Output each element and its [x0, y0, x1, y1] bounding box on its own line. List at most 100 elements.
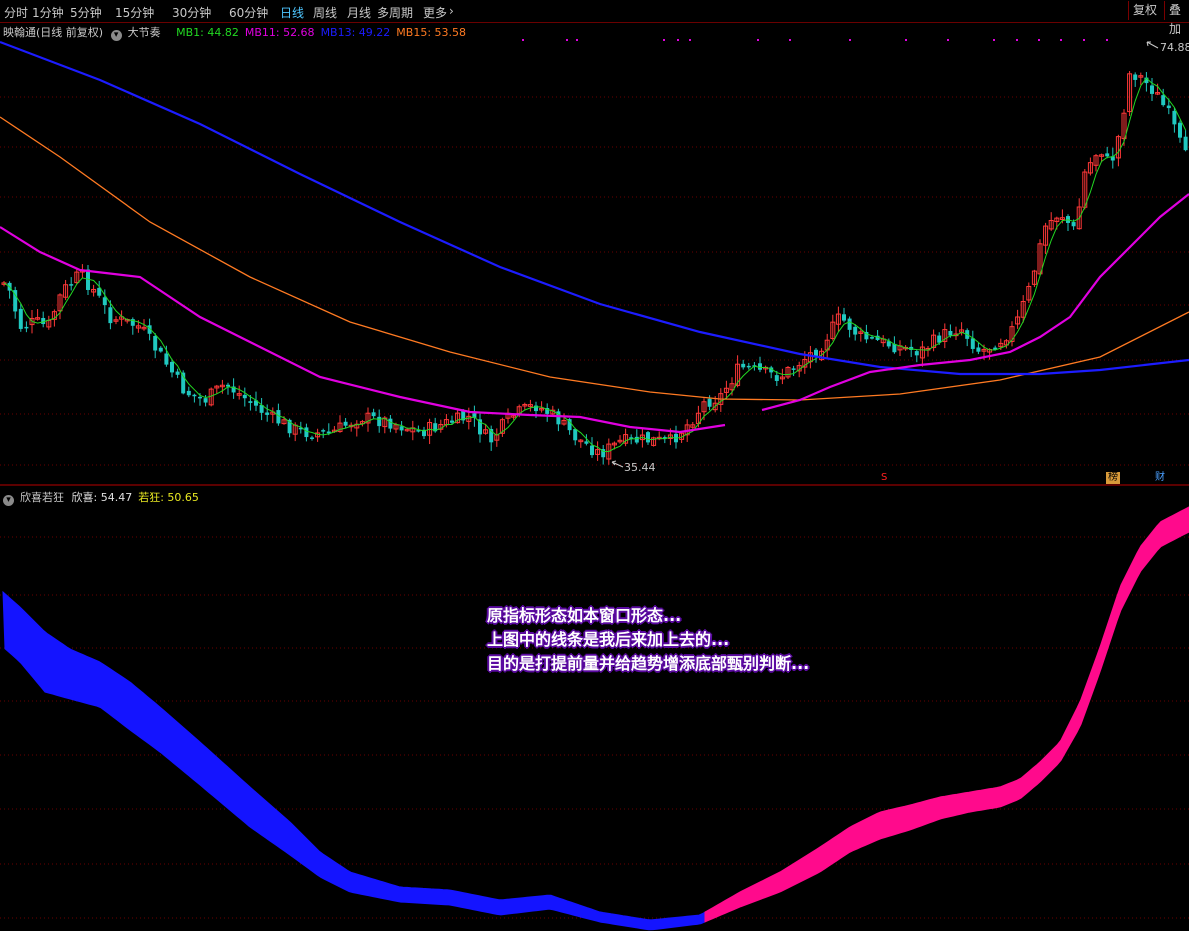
period-tab-4[interactable]: 30分钟 — [172, 4, 211, 21]
rising-ribbon — [704, 506, 1189, 923]
candle-body — [265, 412, 270, 415]
signal-dot — [849, 39, 851, 41]
candle-body — [1166, 105, 1171, 109]
candle-body — [870, 337, 874, 339]
candle-body — [170, 361, 174, 373]
signal-dot — [1060, 39, 1062, 41]
candle-body — [707, 398, 712, 407]
candle-body — [948, 330, 953, 336]
candle-body — [399, 426, 404, 431]
candle-body — [741, 363, 746, 368]
candle-body — [377, 416, 382, 427]
mb11-line — [761, 193, 1189, 412]
candle-body — [371, 412, 376, 417]
candle-body — [914, 351, 919, 356]
arrow-icon — [611, 460, 624, 468]
candle-body — [590, 445, 594, 456]
adjust-button[interactable]: 复权 — [1128, 1, 1161, 20]
annotation-text: 原指标形态如本窗口形态... 上图中的线条是我后来加上去的... 目的是打提前量… — [487, 604, 809, 676]
candle-body — [791, 368, 796, 370]
annotation-line: 目的是打提前量并给趋势增添底部甄别判断... — [487, 654, 810, 673]
signal-dot — [677, 39, 679, 41]
price-chart[interactable]: 74.88 35.44 — [0, 22, 1189, 487]
candle-body — [1178, 122, 1182, 138]
candle-body — [248, 401, 253, 403]
low-price-label: 35.44 — [624, 461, 656, 474]
annotation-line: 原指标形态如本窗口形态... — [487, 606, 682, 625]
event-tag-2[interactable]: 财 — [1153, 472, 1167, 484]
candle-body — [388, 418, 393, 429]
candle-body — [108, 307, 113, 324]
signal-dot — [905, 39, 907, 41]
candle-body — [203, 398, 208, 403]
period-tab-5[interactable]: 60分钟 — [229, 4, 268, 21]
candle-body — [584, 441, 589, 444]
period-tab-7[interactable]: 周线 — [313, 4, 337, 21]
period-tab-8[interactable]: 月线 — [347, 4, 371, 21]
mb11-line — [0, 226, 726, 434]
signal-dot — [522, 39, 524, 41]
candle-body — [226, 384, 230, 387]
period-tab-0[interactable]: 分时 — [4, 4, 28, 21]
candle-body — [102, 297, 107, 306]
signal-dot — [663, 39, 665, 41]
candle-body — [164, 353, 169, 365]
overlay-button[interactable]: 叠加 — [1164, 1, 1189, 36]
candle-body — [1183, 136, 1188, 151]
period-tab-1[interactable]: 1分钟 — [32, 4, 64, 21]
candle-body — [1150, 85, 1154, 94]
signal-dot — [576, 39, 578, 41]
candle-body — [1105, 153, 1110, 157]
signal-dot — [566, 39, 568, 41]
signal-dot — [757, 39, 759, 41]
candle-body — [310, 437, 314, 439]
candle-body — [304, 427, 309, 438]
candle-body — [69, 284, 74, 286]
annotation-line: 上图中的线条是我后来加上去的... — [487, 630, 730, 649]
indicator-chart[interactable] — [0, 487, 1189, 931]
chevron-right-icon[interactable]: › — [449, 4, 454, 18]
signal-dot — [1038, 39, 1040, 41]
period-tab-2[interactable]: 5分钟 — [70, 4, 102, 21]
period-toolbar: 分时 1分钟 5分钟 15分钟 30分钟 60分钟 日线 周线 月线 多周期 更多 › 复权 叠加 — [0, 0, 1189, 36]
signal-dot — [789, 39, 791, 41]
candle-body — [573, 429, 578, 441]
mb1-line — [3, 77, 1187, 453]
candle-body — [192, 394, 197, 397]
candle-body — [343, 421, 348, 426]
candle-body — [842, 314, 846, 321]
mb15-line — [0, 116, 1189, 401]
candle-body — [847, 318, 852, 330]
candle-body — [242, 394, 247, 399]
period-tab-10[interactable]: 更多 — [423, 4, 447, 21]
candle-body — [1133, 74, 1138, 80]
period-tab-6[interactable]: 日线 — [280, 4, 304, 21]
candle-body — [1071, 222, 1076, 227]
candle-body — [198, 396, 202, 399]
candle-body — [18, 308, 23, 329]
candle-body — [774, 375, 779, 381]
candle-body — [646, 432, 650, 443]
candle-body — [24, 326, 29, 329]
period-tab-3[interactable]: 15分钟 — [115, 4, 154, 21]
candle-body — [634, 436, 639, 443]
candle-body — [970, 338, 975, 349]
event-tag-1[interactable]: 榜 — [1106, 472, 1120, 484]
candle-body — [976, 347, 981, 352]
candle-body — [758, 363, 762, 370]
signal-dot — [947, 39, 949, 41]
candle-body — [186, 390, 191, 396]
candle-body — [175, 371, 180, 375]
period-tab-9[interactable]: 多周期 — [377, 4, 413, 21]
signal-dot — [689, 39, 691, 41]
candles — [1, 71, 1188, 465]
candle-body — [450, 420, 454, 423]
high-price-label: 74.88 — [1160, 41, 1189, 54]
candle-body — [321, 430, 326, 432]
event-tag-0[interactable]: S — [879, 472, 890, 484]
signal-dot — [1106, 39, 1108, 41]
candle-body — [1161, 95, 1166, 106]
arrow-icon — [1146, 41, 1159, 49]
signal-dot — [993, 39, 995, 41]
candle-body — [746, 365, 751, 368]
